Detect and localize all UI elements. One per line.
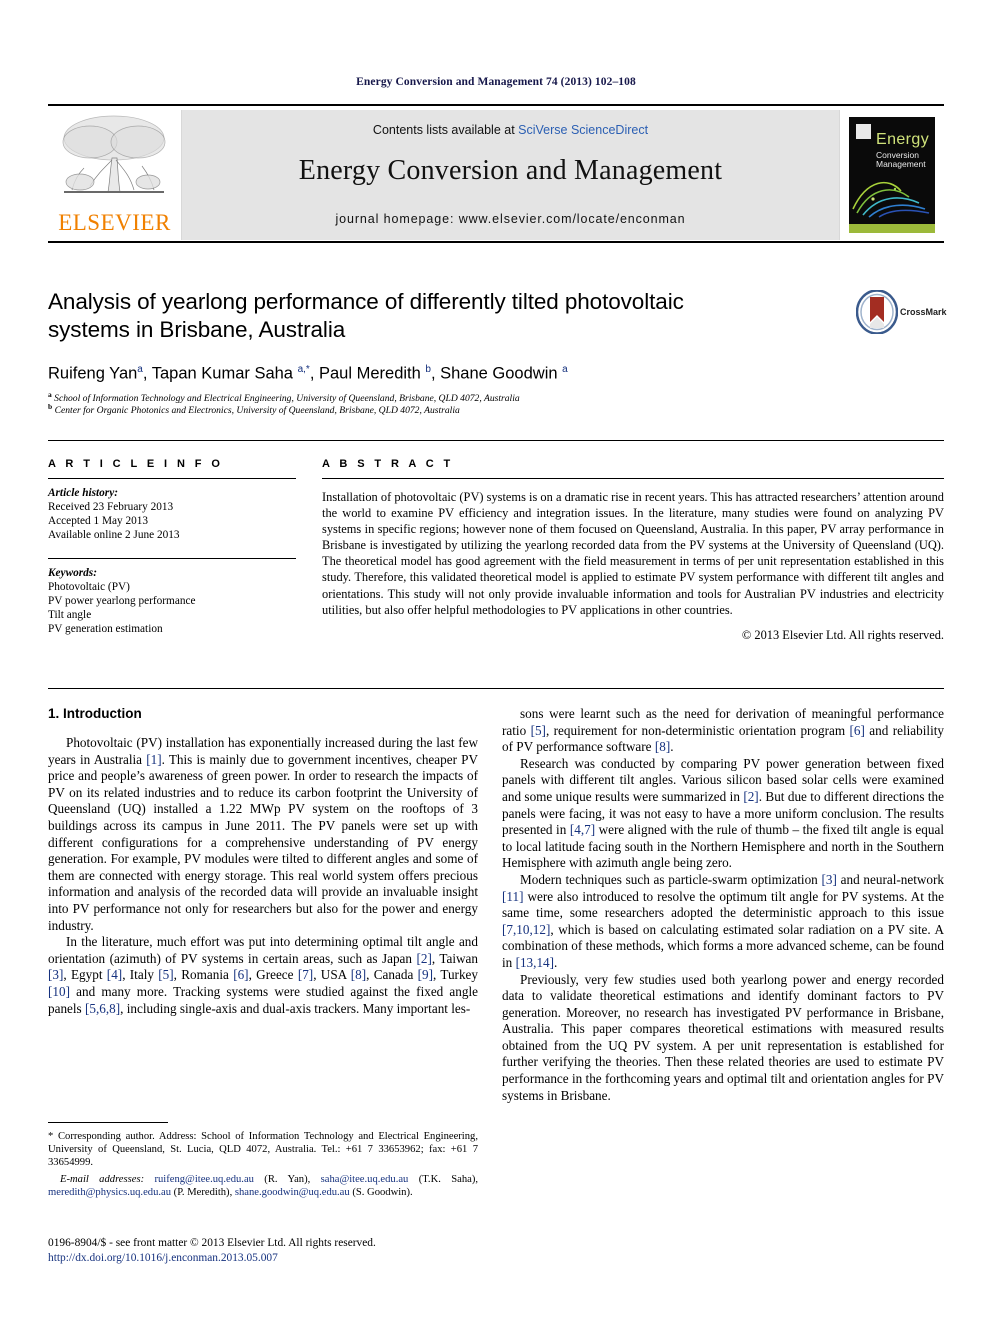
- article-history-label: Article history:: [48, 487, 118, 499]
- doi-link[interactable]: http://dx.doi.org/10.1016/j.enconman.201…: [48, 1251, 488, 1266]
- masthead-bottom-rule: [48, 241, 944, 243]
- journal-cover-thumbnail: Energy Conversion Management: [849, 117, 935, 233]
- masthead-inner: ELSEVIER Contents lists available at Sci…: [48, 110, 944, 240]
- crossmark-badge[interactable]: CrossMark: [856, 290, 947, 336]
- history-item: Accepted 1 May 2013: [48, 515, 149, 527]
- footnote-rule: [48, 1122, 168, 1123]
- keyword-item: PV power yearlong performance: [48, 595, 196, 607]
- sciencedirect-link[interactable]: SciVerse ScienceDirect: [518, 123, 648, 137]
- body-paragraph: Previously, very few studies used both y…: [502, 971, 944, 1103]
- article-info-heading: A R T I C L E I N F O: [48, 458, 224, 470]
- issn-copyright-line: 0196-8904/$ - see front matter © 2013 El…: [48, 1237, 376, 1249]
- elsevier-wordmark: ELSEVIER: [58, 210, 171, 235]
- article-info-rule: [48, 478, 296, 479]
- crossmark-label: CrossMark: [900, 307, 947, 317]
- cover-artwork-icon: [852, 181, 930, 218]
- section-heading-introduction: 1. Introduction: [48, 706, 142, 721]
- journal-homepage[interactable]: journal homepage: www.elsevier.com/locat…: [182, 212, 839, 226]
- body-paragraph: Modern techniques such as particle-swarm…: [502, 871, 944, 970]
- author-list: Ruifeng Yana, Tapan Kumar Saha a,*, Paul…: [48, 364, 568, 383]
- keyword-item: Photovoltaic (PV): [48, 581, 130, 593]
- article-history-group: Article history: Received 23 February 20…: [48, 486, 296, 542]
- page-title: Analysis of yearlong performance of diff…: [48, 289, 684, 342]
- abstract-column: A B S T R A C T Installation of photovol…: [322, 458, 944, 643]
- cover-elsevier-mark-icon: [856, 124, 871, 139]
- abstract-rule: [322, 478, 944, 479]
- running-head: Energy Conversion and Management 74 (201…: [356, 76, 636, 88]
- affiliation-b: b Center for Organic Photonics and Elect…: [48, 402, 460, 417]
- cover-title: Energy: [876, 131, 930, 148]
- crossmark-icon: [856, 290, 898, 334]
- keywords-rule: [48, 558, 296, 559]
- corresponding-author-note: * Corresponding author. Address: School …: [48, 1131, 478, 1169]
- journal-title: Energy Conversion and Management: [298, 155, 723, 186]
- history-item: Available online 2 June 2013: [48, 529, 180, 541]
- band-top-rule: [48, 440, 944, 441]
- contents-prefix: Contents lists available at: [372, 123, 519, 137]
- keyword-item: PV generation estimation: [48, 623, 163, 635]
- elsevier-logo-block: ELSEVIER: [48, 110, 182, 240]
- journal-banner: Contents lists available at SciVerse Sci…: [182, 110, 839, 240]
- elsevier-tree-icon: [62, 115, 166, 193]
- journal-masthead: ELSEVIER Contents lists available at Sci…: [48, 104, 944, 242]
- body-paragraph: sons were learnt such as the need for de…: [502, 706, 944, 755]
- abstract-text: Installation of photovoltaic (PV) system…: [322, 490, 944, 617]
- frontmatter-block: 0196-8904/$ - see front matter © 2013 El…: [48, 1236, 488, 1266]
- footnote-block: * Corresponding author. Address: School …: [48, 1122, 478, 1199]
- affiliation-b-text: Center for Organic Photonics and Electro…: [54, 405, 460, 417]
- abstract-heading: A B S T R A C T: [322, 458, 454, 470]
- body-paragraph: In the literature, much effort was put i…: [48, 934, 478, 1016]
- body-paragraph: Photovoltaic (PV) installation has expon…: [48, 735, 478, 933]
- cover-footer-band: [849, 224, 935, 233]
- body-column-right: sons were learnt such as the need for de…: [502, 706, 944, 1104]
- body-column-left: 1. Introduction Photovoltaic (PV) instal…: [48, 706, 478, 1017]
- contents-available-line: Contents lists available at SciVerse Sci…: [182, 123, 839, 137]
- band-bottom-rule: [48, 688, 944, 689]
- keywords-label: Keywords:: [48, 567, 97, 579]
- body-paragraph: Research was conducted by comparing PV p…: [502, 755, 945, 871]
- abstract-copyright: © 2013 Elsevier Ltd. All rights reserved…: [741, 627, 944, 642]
- journal-cover-block: Energy Conversion Management: [839, 110, 944, 240]
- cover-subtitle-two: Management: [876, 159, 926, 169]
- paper-page: Energy Conversion and Management 74 (201…: [0, 0, 992, 1323]
- keywords-group: Keywords: Photovoltaic (PV) PV power yea…: [48, 566, 296, 636]
- history-item: Received 23 February 2013: [48, 501, 174, 513]
- article-info-column: A R T I C L E I N F O Article history: R…: [48, 458, 296, 636]
- email-addresses-note: E-mail addresses: ruifeng@itee.uq.edu.au…: [48, 1173, 478, 1198]
- keyword-item: Tilt angle: [48, 609, 92, 621]
